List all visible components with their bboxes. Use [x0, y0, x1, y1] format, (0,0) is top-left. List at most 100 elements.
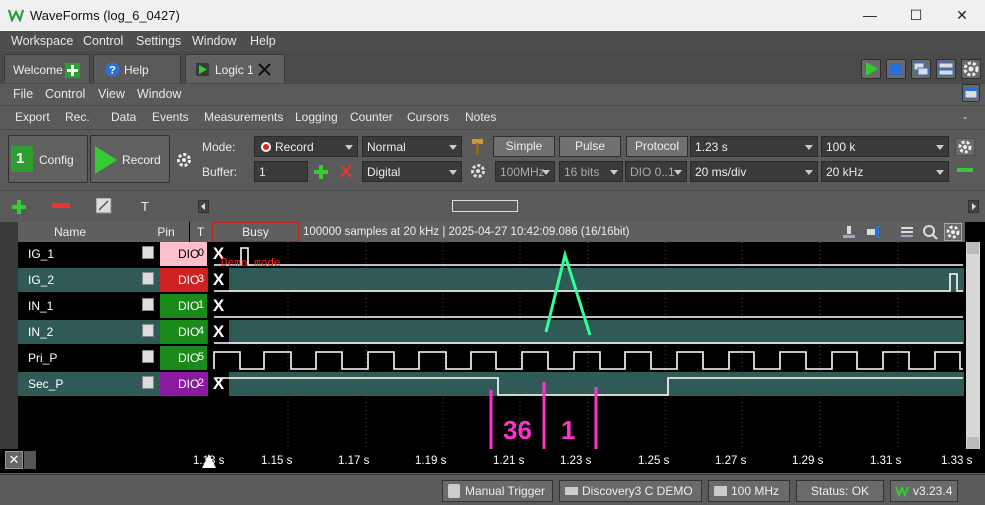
- time-base-value: 20 ms/div: [695, 165, 747, 179]
- dio-range-value: DIO 0..1: [630, 165, 675, 179]
- timeline-scroll-thumb[interactable]: [452, 200, 518, 212]
- manual-trigger-button[interactable]: Manual Trigger: [442, 480, 553, 502]
- clock-value: 100MHz: [500, 165, 545, 179]
- acquisition-mode-select[interactable]: Normal: [362, 136, 462, 157]
- chevron-down-icon[interactable]: [24, 451, 36, 469]
- tab-help-label: Help: [124, 63, 149, 77]
- add-icon[interactable]: [312, 163, 330, 181]
- toolbar-logging[interactable]: Logging: [295, 110, 338, 124]
- scroll-down-arrow[interactable]: [967, 437, 979, 449]
- toolbar-collapse[interactable]: -: [963, 110, 967, 124]
- cascade-icon: [913, 62, 929, 76]
- menu-help[interactable]: Help: [250, 34, 276, 48]
- pulse-trigger-button[interactable]: Pulse: [559, 136, 621, 157]
- record-button[interactable]: Record: [90, 135, 170, 183]
- buffer-input[interactable]: 1: [254, 161, 308, 182]
- toolbar-export[interactable]: Export: [15, 110, 50, 124]
- scroll-right-icon[interactable]: [968, 200, 979, 213]
- config-label: Config: [39, 153, 74, 167]
- close-button[interactable]: ✕: [939, 0, 985, 31]
- time-tick-label: 1.31 s: [870, 455, 902, 467]
- window-tile-button[interactable]: [936, 59, 956, 79]
- menu-window[interactable]: Window: [192, 34, 236, 48]
- rate-select[interactable]: 20 kHz: [821, 161, 949, 182]
- rate-value: 20 kHz: [826, 165, 864, 179]
- menu-control[interactable]: Control: [83, 34, 123, 48]
- toolbar-data[interactable]: Data: [111, 110, 136, 124]
- edit-channel-icon[interactable]: [96, 198, 112, 214]
- time-base-select[interactable]: 20 ms/div: [690, 161, 818, 182]
- hammer-icon[interactable]: [470, 138, 486, 156]
- menu-view[interactable]: View: [98, 87, 125, 101]
- add-icon[interactable]: [65, 63, 80, 78]
- minus-icon[interactable]: [957, 168, 973, 174]
- close-tab-icon[interactable]: [258, 63, 271, 76]
- device-button[interactable]: Discovery3 C DEMO: [559, 480, 702, 502]
- add-channel-icon[interactable]: [10, 198, 28, 216]
- bits-select[interactable]: 16 bits: [559, 161, 623, 182]
- version-button[interactable]: v3.23.4: [890, 480, 958, 502]
- tab-help[interactable]: ? Help: [93, 54, 181, 83]
- scroll-left-icon[interactable]: [198, 200, 209, 213]
- hand-icon: [448, 484, 460, 498]
- gear-icon[interactable]: [176, 152, 192, 168]
- status-button[interactable]: Status: OK: [796, 480, 884, 502]
- menu-settings[interactable]: Settings: [136, 34, 181, 48]
- status-label: Status: OK: [811, 484, 870, 498]
- config-button[interactable]: 1 Config: [8, 135, 88, 183]
- menu-workspace[interactable]: Workspace: [11, 34, 73, 48]
- demo-mode-label: Demo mode: [221, 256, 281, 269]
- samples-value: 100 k: [826, 140, 856, 154]
- time-tick-label: 1.33 s: [941, 455, 973, 467]
- settings-button[interactable]: [961, 59, 981, 79]
- toolbar-notes[interactable]: Notes: [465, 110, 496, 124]
- stop-all-button[interactable]: [886, 59, 906, 79]
- time-tick-label: 1.29 s: [792, 455, 824, 467]
- menu-instrument-control[interactable]: Control: [45, 87, 85, 101]
- time-tick-label: 1.25 s: [638, 455, 670, 467]
- clock-select[interactable]: 100MHz: [495, 161, 555, 182]
- tab-welcome[interactable]: Welcome: [4, 54, 90, 83]
- title-bar: WaveForms (log_6_0427) — ☐ ✕: [0, 0, 985, 31]
- toolbar-rec[interactable]: Rec.: [65, 110, 90, 124]
- scissors-icon[interactable]: [338, 163, 354, 179]
- toolbar-cursors[interactable]: Cursors: [407, 110, 449, 124]
- simple-trigger-button[interactable]: Simple: [493, 136, 555, 157]
- acq-mode-value: Normal: [367, 140, 406, 154]
- close-icon[interactable]: ✕: [5, 451, 23, 469]
- menu-file[interactable]: File: [13, 87, 33, 101]
- dock-icon: [964, 87, 978, 99]
- play-icon: [95, 146, 117, 174]
- toolbar-events[interactable]: Events: [152, 110, 189, 124]
- remove-channel-icon[interactable]: [52, 203, 70, 211]
- window-cascade-button[interactable]: [911, 59, 931, 79]
- tab-logic[interactable]: Logic 1: [185, 54, 285, 83]
- time-tick-label: 1.21 s: [493, 455, 525, 467]
- window-title: WaveForms (log_6_0427): [30, 8, 180, 23]
- gear-icon[interactable]: [955, 138, 975, 156]
- gear-icon[interactable]: [470, 163, 486, 179]
- dock-button[interactable]: [962, 84, 980, 102]
- maximize-button[interactable]: ☐: [893, 0, 939, 31]
- device-label: Discovery3 C DEMO: [582, 484, 693, 498]
- position-input[interactable]: 1.23 s: [690, 136, 818, 157]
- dio-range-select[interactable]: DIO 0..1: [625, 161, 687, 182]
- clock-button[interactable]: 100 MHz: [708, 480, 790, 502]
- toolbar-measurements[interactable]: Measurements: [204, 110, 283, 124]
- annotation-count-1: 1: [561, 415, 576, 445]
- menu-instrument-window[interactable]: Window: [137, 87, 181, 101]
- waveform-canvas: [213, 242, 963, 449]
- minimize-button[interactable]: —: [847, 0, 893, 31]
- samples-select[interactable]: 100 k: [821, 136, 949, 157]
- mode-select[interactable]: Record: [254, 136, 358, 157]
- run-all-button[interactable]: [861, 59, 881, 79]
- vertical-scrollbar[interactable]: [966, 242, 980, 449]
- time-tick-label: 1.19 s: [415, 455, 447, 467]
- toolbar-counter[interactable]: Counter: [350, 110, 393, 124]
- trigger-menu-icon[interactable]: T: [141, 199, 149, 214]
- protocol-trigger-button[interactable]: Protocol: [626, 136, 688, 157]
- mode-label: Mode:: [202, 140, 236, 154]
- scroll-up-arrow[interactable]: [967, 242, 979, 254]
- source-select[interactable]: Digital: [362, 161, 462, 182]
- logic-plot: Name Pin T Busy 100000 samples at 20 kHz…: [0, 222, 985, 472]
